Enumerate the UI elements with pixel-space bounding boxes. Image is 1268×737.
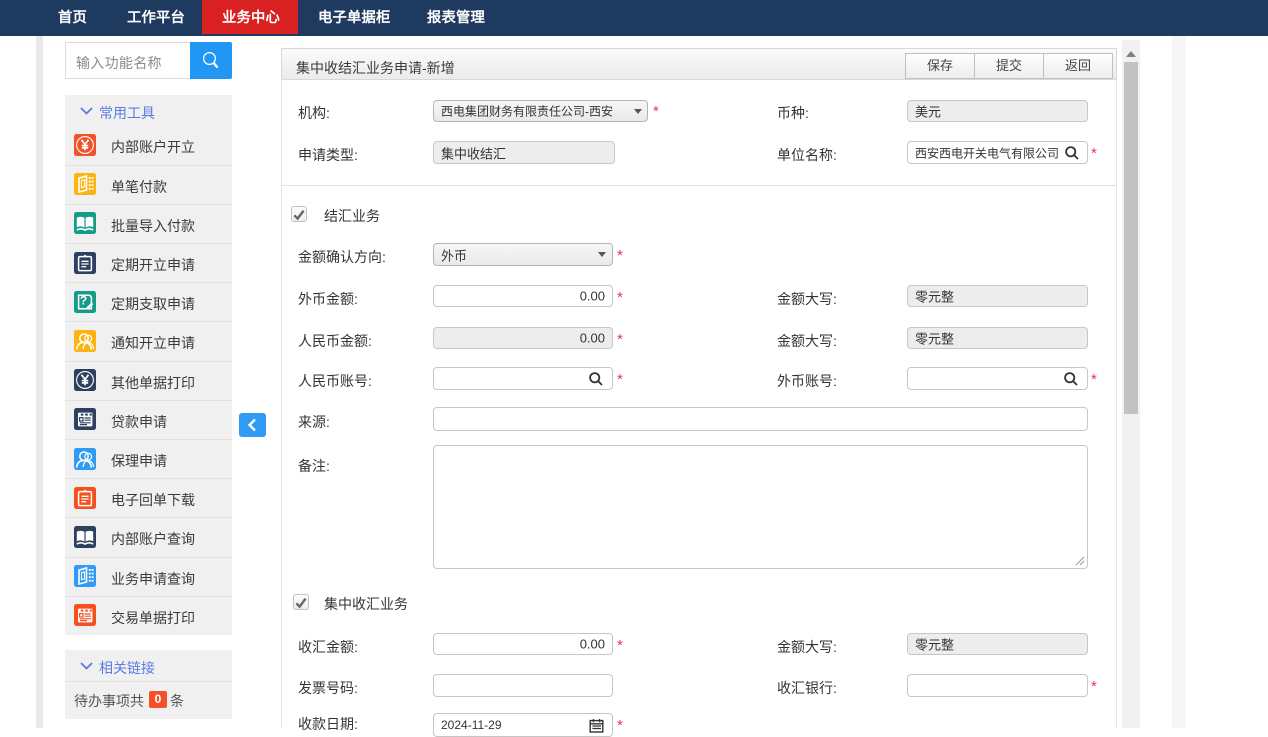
svg-text:?: ? bbox=[80, 293, 87, 307]
